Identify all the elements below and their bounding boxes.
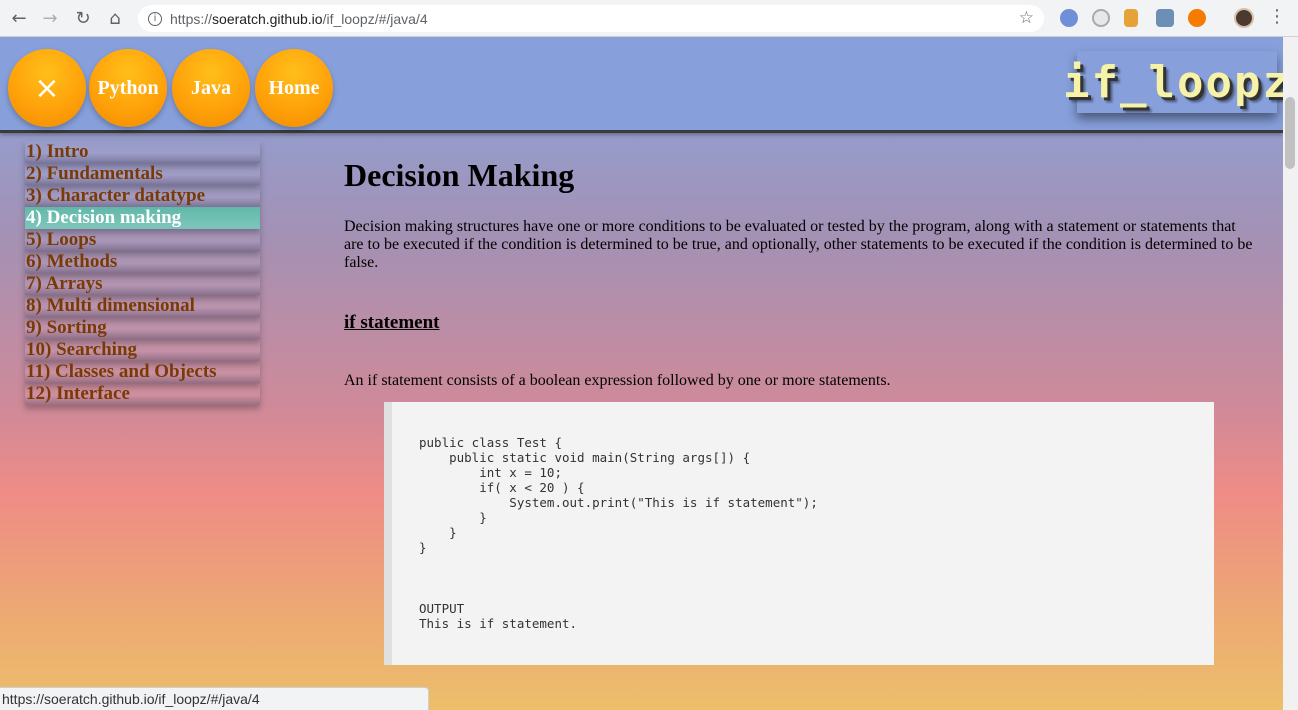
sidebar-item-loops[interactable]: 5) Loops — [25, 229, 260, 251]
close-icon: × — [34, 70, 60, 106]
sidebar-item-decision-making[interactable]: 4) Decision making — [25, 207, 260, 229]
reload-icon[interactable]: ↻ — [67, 2, 99, 34]
site-info-icon[interactable]: i — [148, 11, 162, 26]
nav-java[interactable]: Java — [191, 77, 231, 100]
sidebar-item-multi-dimensional[interactable]: 8) Multi dimensional — [25, 295, 260, 317]
output-text: This is if statement. — [419, 616, 578, 631]
sidebar-item-fundamentals[interactable]: 2) Fundamentals — [25, 163, 260, 185]
home-nav-blob[interactable]: Home — [255, 49, 333, 127]
sidebar-item-classes-and-objects[interactable]: 11) Classes and Objects — [25, 361, 260, 383]
home-icon[interactable]: ⌂ — [99, 2, 131, 34]
profile-avatar[interactable] — [1234, 8, 1254, 28]
bookmark-star-icon[interactable]: ☆ — [1019, 8, 1034, 28]
url-host: soeratch.github.io — [212, 10, 323, 27]
code-listing: public class Test { public static void m… — [419, 435, 818, 555]
chapter-list: 1) Intro 2) Fundamentals 3) Character da… — [25, 141, 260, 405]
nav-home[interactable]: Home — [268, 77, 319, 100]
sidebar-item-arrays[interactable]: 7) Arrays — [25, 273, 260, 295]
section-title: if statement — [344, 312, 440, 333]
extension-icon[interactable] — [1156, 9, 1174, 27]
address-bar[interactable]: i https://soeratch.github.io/if_loopz/#/… — [138, 5, 1044, 32]
sidebar-item-searching[interactable]: 10) Searching — [25, 339, 260, 361]
url-scheme: https:// — [170, 10, 213, 27]
status-bar-url: https://soeratch.github.io/if_loopz/#/ja… — [0, 687, 429, 710]
output-block: OUTPUT This is if statement. — [419, 601, 577, 631]
url-path: /if_loopz/#/java/4 — [322, 10, 428, 27]
code-block: public class Test { public static void m… — [384, 402, 1214, 665]
sidebar-item-character-datatype[interactable]: 3) Character datatype — [25, 185, 260, 207]
sidebar-item-sorting[interactable]: 9) Sorting — [25, 317, 260, 339]
java-nav-blob[interactable]: Java — [172, 49, 250, 127]
page: Home Java Python × if_loopz 1) Intro 2) … — [0, 37, 1283, 710]
sidebar-item-interface[interactable]: 12) Interface — [25, 383, 260, 405]
main-content: Decision Making Decision making structur… — [344, 157, 1264, 390]
site-logo: if_loopz — [1063, 51, 1283, 113]
close-menu-button[interactable]: × — [8, 49, 86, 127]
output-label: OUTPUT — [419, 601, 465, 616]
sidebar-item-intro[interactable]: 1) Intro — [25, 141, 260, 163]
python-nav-blob[interactable]: Python — [89, 49, 167, 127]
browser-toolbar: ← → ↻ ⌂ i https://soeratch.github.io/if_… — [0, 0, 1298, 37]
scrollbar-thumb[interactable] — [1285, 97, 1295, 169]
forward-arrow-icon[interactable]: → — [34, 2, 66, 34]
extension-icon[interactable] — [1188, 9, 1206, 27]
page-title: Decision Making — [344, 157, 575, 193]
extension-icon[interactable] — [1092, 9, 1110, 27]
sidebar-item-methods[interactable]: 6) Methods — [25, 251, 260, 273]
intro-paragraph: Decision making structures have one or m… — [344, 218, 1253, 271]
browser-menu-icon[interactable]: ⋮ — [1268, 8, 1286, 26]
extension-icon[interactable] — [1124, 9, 1138, 27]
site-header: Home Java Python × if_loopz — [0, 37, 1283, 133]
back-arrow-icon[interactable]: ← — [3, 2, 35, 34]
extension-icon[interactable] — [1060, 9, 1078, 27]
nav-python[interactable]: Python — [97, 77, 158, 100]
section-description: An if statement consists of a boolean ex… — [344, 372, 891, 389]
